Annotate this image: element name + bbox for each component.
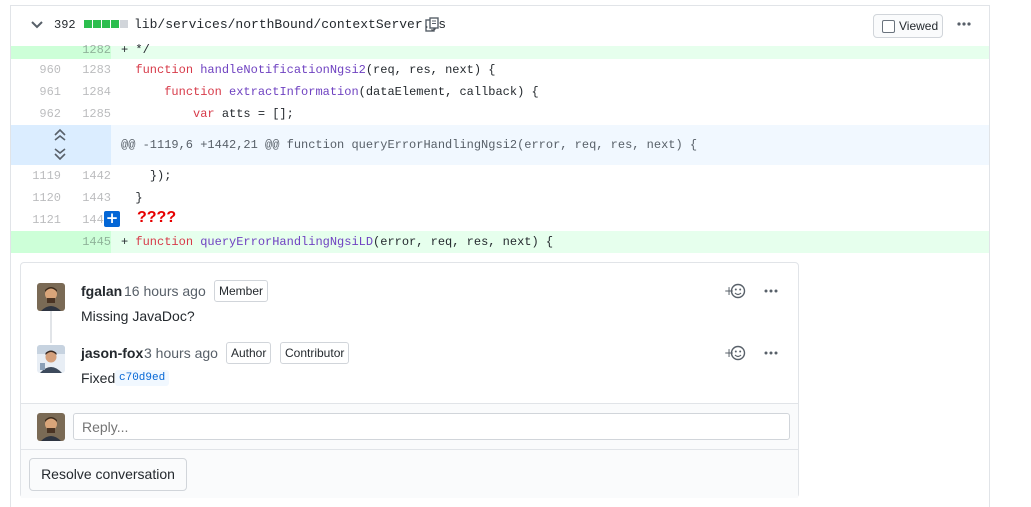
diff-row: 962 1285 var atts = [];	[11, 103, 989, 125]
code-line: }	[121, 191, 143, 205]
file-path-link[interactable]: lib/services/northBound/contextServer.js	[134, 17, 446, 32]
diff-code: 1282 + */ 960 1283 function handleNotifi…	[11, 43, 989, 253]
file-header: 392 lib/services/northBound/contextServe…	[11, 6, 989, 46]
reply-area	[21, 403, 798, 450]
annotation-question-marks: ????	[137, 209, 177, 226]
role-badge: Author	[226, 342, 272, 364]
code-keyword: function	[135, 235, 194, 249]
code-line: + function queryErrorHandlingNgsiLD(erro…	[121, 235, 553, 249]
code-line: function extractInformation(dataElement,…	[121, 85, 539, 99]
code-keyword: function	[135, 63, 194, 77]
expand-up-icon[interactable]	[53, 128, 67, 142]
code-line: });	[121, 169, 172, 183]
comment-body: Missing JavaDoc?	[81, 308, 195, 324]
resolve-conversation-button[interactable]: Resolve conversation	[29, 458, 187, 491]
comment-time[interactable]: 3 hours ago	[144, 345, 218, 361]
more-options-icon[interactable]	[763, 345, 779, 361]
diff-row: 1120 1443 }	[11, 187, 989, 209]
code-text: (req, res, next) {	[365, 63, 496, 77]
old-line-number[interactable]: 960	[11, 63, 61, 77]
more-options-icon[interactable]	[763, 283, 779, 299]
old-line-number[interactable]: 962	[11, 107, 61, 121]
viewed-checkbox[interactable]	[882, 20, 895, 33]
reply-input[interactable]	[73, 413, 790, 440]
role-badge: Contributor	[280, 342, 350, 364]
new-line-number[interactable]: 1442	[61, 169, 111, 183]
code-text: atts = [];	[214, 107, 294, 121]
viewed-toggle[interactable]: Viewed	[873, 14, 943, 38]
code-text: (error, req, res, next) {	[373, 235, 554, 249]
chevron-down-icon[interactable]	[30, 18, 44, 32]
comment-author[interactable]: fgalan	[81, 283, 122, 299]
avatar[interactable]	[37, 345, 65, 373]
code-text: }	[135, 191, 143, 205]
comment-body: Fixed	[81, 370, 116, 386]
avatar-fgalan-icon	[37, 283, 65, 311]
code-function: queryErrorHandlingNgsiLD	[200, 235, 374, 249]
viewed-label: Viewed	[899, 19, 939, 33]
kebab-menu-icon[interactable]	[955, 16, 973, 32]
code-line: var atts = [];	[121, 107, 294, 121]
comment-author[interactable]: jason-fox	[81, 345, 143, 361]
diffstat-bar	[84, 20, 128, 28]
svg-text:+: +	[724, 284, 734, 298]
diff-row: 1119 1442 });	[11, 165, 989, 187]
add-reaction-icon[interactable]: +	[724, 345, 746, 361]
diff-row: 960 1283 function handleNotificationNgsi…	[11, 59, 989, 81]
diffstat-block	[93, 20, 101, 28]
commit-sha-link[interactable]: c70d9ed	[115, 370, 170, 386]
old-line-number[interactable]: 961	[11, 85, 61, 99]
avatar[interactable]	[37, 283, 65, 311]
diffstat-block	[120, 20, 128, 28]
new-line-number[interactable]: 1285	[61, 107, 111, 121]
code-function: extractInformation	[229, 85, 359, 99]
resolve-area: Resolve conversation	[21, 449, 798, 498]
new-line-number[interactable]: 1282	[61, 43, 111, 57]
new-line-number[interactable]: 1284	[61, 85, 111, 99]
old-line-number[interactable]: 1119	[11, 169, 61, 183]
svg-text:+: +	[724, 346, 734, 360]
hunk-header-text: @@ -1119,6 +1442,21 @@ function queryErr…	[121, 138, 698, 152]
copy-icon[interactable]	[425, 17, 439, 33]
diff-row: 1121 1444 + ????	[11, 209, 989, 231]
code-function: handleNotificationNgsi2	[200, 63, 366, 77]
diff-row: 961 1284 function extractInformation(dat…	[11, 81, 989, 103]
add-comment-button[interactable]: +	[104, 211, 120, 227]
diffstat-count: 392	[54, 18, 76, 32]
code-text: (dataElement, callback) {	[358, 85, 539, 99]
diffstat-block	[102, 20, 110, 28]
role-badge: Member	[214, 280, 269, 302]
code-text: */	[128, 43, 150, 57]
diffstat-block	[84, 20, 92, 28]
code-keyword: var	[193, 107, 215, 121]
expand-down-icon[interactable]	[53, 147, 67, 161]
code-text: });	[149, 169, 172, 183]
code-line: function handleNotificationNgsi2(req, re…	[121, 63, 495, 77]
old-line-number[interactable]: 1121	[11, 213, 61, 227]
new-line-number[interactable]: 1443	[61, 191, 111, 205]
hunk-header: @@ -1119,6 +1442,21 @@ function queryErr…	[11, 125, 989, 165]
old-line-number[interactable]: 1120	[11, 191, 61, 205]
avatar-current-user-icon	[37, 413, 65, 441]
new-line-number[interactable]: 1283	[61, 63, 111, 77]
code-keyword: function	[164, 85, 222, 99]
new-line-number[interactable]: 1445	[61, 235, 111, 249]
diff-row-added: 1282 + */	[11, 43, 989, 59]
review-thread: fgalan 16 hours ago Member Missing JavaD…	[20, 262, 799, 498]
diff-sign: +	[121, 235, 129, 249]
comment-time[interactable]: 16 hours ago	[124, 283, 206, 299]
diffstat-block	[111, 20, 119, 28]
avatar-jason-fox-icon	[37, 345, 65, 373]
diff-row-added: 1445 + function queryErrorHandlingNgsiLD…	[11, 231, 989, 253]
code-line: + */	[121, 43, 150, 57]
avatar	[37, 413, 65, 441]
add-reaction-icon[interactable]: +	[724, 283, 746, 299]
